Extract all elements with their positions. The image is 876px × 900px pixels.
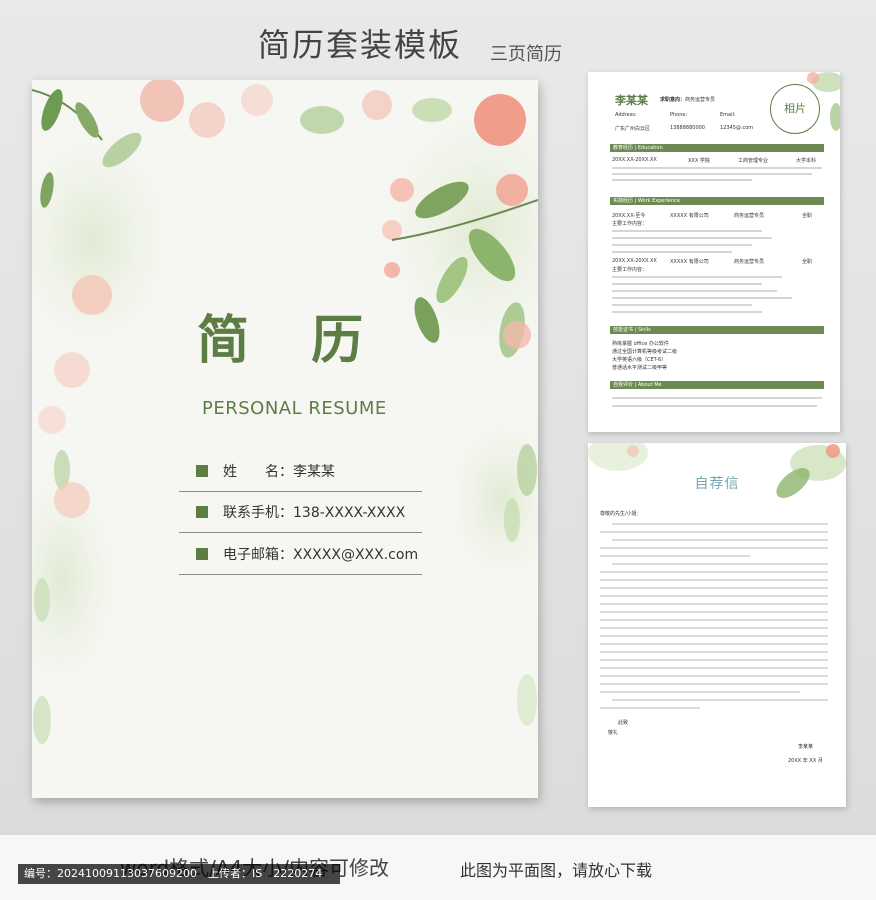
letter-title: 自荐信	[694, 476, 740, 492]
email-label: Email:	[720, 112, 736, 118]
email-value: XXXXX@XXX.com	[293, 547, 419, 563]
section-education: 教育经历 | Education	[610, 144, 824, 152]
letter-signature: 李某某	[798, 744, 814, 750]
cover-subtitle-en: PERSONAL RESUME	[202, 398, 387, 419]
work1-type: 全职	[802, 213, 813, 219]
letter-salute: 敬礼	[608, 730, 619, 736]
page-title: 简历套装模板	[258, 26, 463, 64]
bullet-square	[196, 506, 208, 518]
edu-degree: 大学本科	[796, 158, 817, 164]
letter-closing: 此致	[618, 720, 629, 726]
cover-letter-page: 自荐信 尊敬的先生/小姐： 此致 敬礼 李某某 20XX 年 XX 月	[588, 443, 846, 807]
resume-page: 李某某 求职意向：商务运营专员 相片 Address: 广东广州白云区 Phon…	[588, 72, 840, 432]
phone-value: 13888880000	[670, 125, 705, 131]
job-value: 商务运营专员	[685, 97, 716, 103]
skill-item: 普通话水平测试二级甲等	[612, 365, 668, 371]
cover-phone-row: 联系手机：138-XXXX-XXXX	[179, 494, 422, 533]
edu-school: XXX 学院	[688, 158, 710, 164]
address-value: 广东广州白云区	[615, 126, 651, 132]
work1-position: 商务运营专员	[734, 213, 765, 219]
letter-date: 20XX 年 XX 月	[788, 758, 823, 764]
phone-label: 联系手机：	[223, 505, 293, 521]
bullet-square	[196, 548, 208, 560]
edu-date: 20XX.XX-20XX.XX	[612, 157, 657, 163]
work1-date: 20XX.XX-至今	[612, 213, 646, 219]
work2-date: 20XX.XX-20XX.XX	[612, 258, 657, 264]
work2-content: 主要工作内容：	[612, 267, 648, 273]
bullet-square	[196, 465, 208, 477]
cover-title: 简 历	[197, 311, 386, 371]
email-label: 电子邮箱：	[223, 547, 293, 563]
cover-name-row: 姓 名：李某某	[179, 453, 422, 492]
cover-email-row: 电子邮箱：XXXXX@XXX.com	[179, 536, 422, 575]
letter-greeting: 尊敬的先生/小姐：	[600, 511, 642, 517]
resume-name: 李某某	[615, 94, 648, 107]
section-skills: 技能证书 | Skills	[610, 326, 824, 334]
name-value: 李某某	[293, 464, 335, 480]
address-label: Address:	[615, 112, 637, 118]
section-about: 自我评价 | About Me	[610, 381, 824, 389]
phone-value: 138-XXXX-XXXX	[293, 505, 406, 521]
edu-major: 工商管理专业	[738, 158, 769, 164]
job-label: 求职意向：	[660, 97, 686, 103]
page-subtitle: 三页简历	[490, 44, 562, 65]
phone-label: Phone:	[670, 112, 688, 118]
skill-item: 通过全国计算机等级考试二级	[612, 349, 678, 355]
photo-placeholder: 相片	[770, 84, 820, 134]
cover-page: 简 历 PERSONAL RESUME 姓 名：李某某 联系手机：138-XXX…	[32, 80, 538, 798]
skill-item: 大学英语六级（CET-6）	[612, 357, 667, 363]
work1-company: XXXXX 有限公司	[670, 213, 709, 219]
work2-position: 商务运营专员	[734, 259, 765, 265]
work1-content: 主要工作内容：	[612, 221, 648, 227]
floral-decoration	[32, 80, 538, 744]
section-work: 实践经历 | Work Experience	[610, 197, 824, 205]
id-stamp: 编号：20241009113037609200 上传者：IS 2220274	[18, 864, 340, 884]
footer-note: 此图为平面图，请放心下载	[460, 861, 653, 880]
skill-item: 熟练掌握 office 办公软件	[612, 341, 669, 347]
name-label: 姓 名：	[223, 464, 293, 480]
email-value: 12345@.com	[720, 125, 754, 131]
work2-type: 全职	[802, 259, 813, 265]
work2-company: XXXXX 有限公司	[670, 259, 709, 265]
